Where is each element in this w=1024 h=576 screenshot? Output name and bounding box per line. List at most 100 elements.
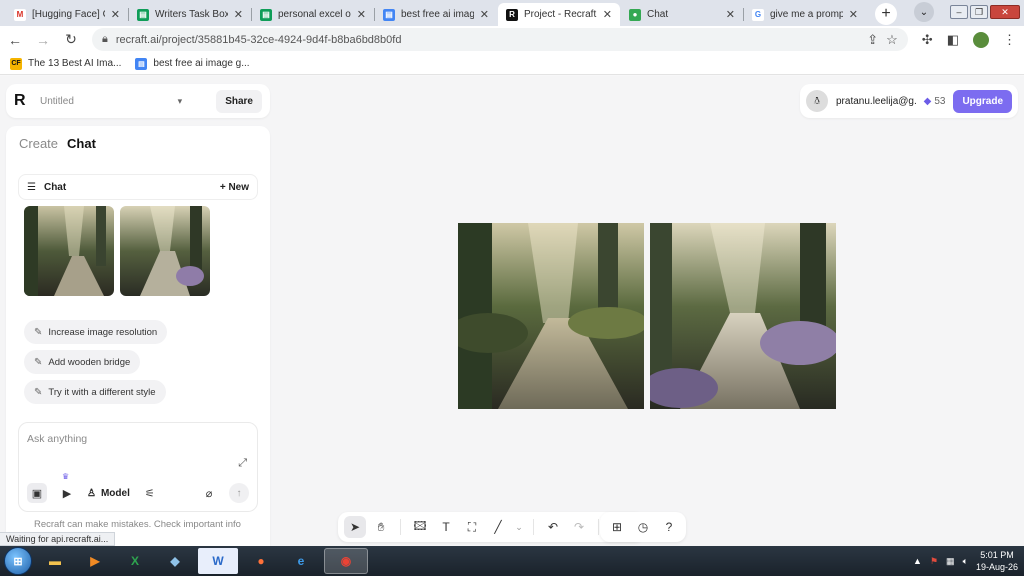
credits-badge[interactable]: ◆ 53 [924, 96, 946, 107]
canvas-image[interactable] [650, 223, 836, 409]
close-tab-icon[interactable]: ✕ [111, 8, 120, 21]
new-chat-button[interactable]: + New [220, 182, 249, 193]
close-tab-icon[interactable]: ✕ [357, 8, 366, 21]
user-name[interactable]: pratanu.leelija@g... [836, 96, 916, 107]
project-header: R Untitled ▾ Share [6, 84, 270, 118]
file-explorer-icon[interactable]: ▬ [38, 548, 72, 574]
system-tray: ▲ ⚑ ▦ 🔈︎ 5:01 PM 19-Aug-26 [913, 546, 1018, 576]
model-button[interactable]: ♙ Model [87, 488, 130, 499]
premium-crown-icon: ♛ [62, 472, 70, 481]
media-player-icon[interactable]: ▶ [78, 548, 112, 574]
bookmark-favicon-icon: CF [10, 57, 22, 70]
chevron-down-icon[interactable]: ▾ [178, 96, 183, 107]
magic-wand-icon: ✎ [34, 326, 43, 338]
address-bar[interactable]: 🔒︎ recraft.ai/project/35881b45-32ce-4924… [92, 28, 908, 51]
tab-create[interactable]: Create [19, 136, 58, 151]
send-button[interactable]: ↑ [229, 483, 249, 503]
bookmark-item[interactable]: ▤ best free ai image g... [135, 57, 250, 70]
suggestion-label: Increase image resolution [48, 326, 158, 338]
start-button[interactable]: ⊞ [4, 547, 32, 575]
select-tool-icon[interactable]: ➤ [344, 516, 366, 538]
project-name[interactable]: Untitled [40, 96, 168, 107]
forward-icon[interactable]: → [36, 32, 50, 48]
browser-tab[interactable]: M [Hugging Face] Cli ✕ [6, 3, 128, 26]
bookmarks-bar: CF The 13 Best AI Ima... ▤ best free ai ima… [0, 53, 1024, 75]
close-window-button[interactable]: ✕ [990, 5, 1020, 19]
flag-icon[interactable]: ⚑ [930, 556, 938, 567]
firefox-icon[interactable]: ● [244, 548, 278, 574]
volume-icon[interactable]: 🔈︎ [963, 556, 968, 567]
grid-icon[interactable]: ⊞ [606, 516, 628, 538]
tab-favicon-icon: ▤ [260, 8, 272, 21]
extensions-icon[interactable]: ✣ [922, 32, 933, 48]
upgrade-button[interactable]: Upgrade [953, 89, 1012, 113]
generated-thumbnail[interactable] [24, 206, 114, 296]
user-avatar[interactable]: 🐧︎ [806, 90, 828, 112]
canvas-image[interactable] [458, 223, 644, 409]
profile-avatar[interactable] [973, 31, 989, 48]
internet-explorer-icon[interactable]: e [284, 548, 318, 574]
browser-tab[interactable]: R Project - Recraft ✕ [498, 3, 620, 26]
tab-title: [Hugging Face] Cli [32, 9, 105, 20]
image-tool-icon[interactable]: 🖾︎ [409, 516, 431, 538]
clock[interactable]: 5:01 PM 19-Aug-26 [976, 549, 1018, 573]
bookmark-favicon-icon: ▤ [135, 57, 148, 70]
close-tab-icon[interactable]: ✕ [726, 8, 735, 21]
line-tool-icon[interactable]: ╱ [487, 516, 509, 538]
history-icon[interactable]: ◷ [632, 516, 654, 538]
chat-list-icon[interactable]: ☰ [27, 182, 36, 193]
generated-thumbnail[interactable] [120, 206, 210, 296]
browser-tab[interactable]: ▤ best free ai image ✕ [374, 3, 497, 26]
files-icon[interactable]: ◆ [158, 548, 192, 574]
back-icon[interactable]: ← [8, 32, 22, 48]
close-tab-icon[interactable]: ✕ [480, 8, 489, 21]
redo-icon[interactable]: ↷ [568, 516, 590, 538]
browser-tab[interactable]: Ggive me a prompt ✕ [743, 3, 866, 26]
browser-tab[interactable]: ▤ Writers Task Box ✕ [128, 3, 251, 26]
tab-chat[interactable]: Chat [67, 136, 96, 151]
ask-anything-input[interactable]: Ask anything [27, 433, 87, 445]
suggestion-chip[interactable]: ✎ Try it with a different style [24, 380, 166, 404]
share-button[interactable]: Share [216, 89, 262, 113]
hand-tool-icon[interactable]: ✋︎ [370, 516, 392, 538]
chevron-down-icon[interactable]: ⌄ [513, 516, 525, 538]
new-tab-button[interactable]: + [875, 3, 897, 25]
word-icon[interactable]: W [198, 548, 238, 574]
maximize-button[interactable]: ❐ [970, 5, 988, 19]
url-text: recraft.ai/project/35881b45-32ce-4924-9d… [115, 33, 402, 46]
help-icon[interactable]: ? [658, 516, 680, 538]
reload-icon[interactable]: ↻ [64, 31, 78, 48]
image-mode-icon[interactable]: ▣ [27, 483, 47, 503]
attach-icon[interactable]: ⌀ [199, 483, 219, 503]
undo-icon[interactable]: ↶ [542, 516, 564, 538]
side-panel-icon[interactable]: ◧ [947, 32, 959, 48]
suggestion-chip[interactable]: ✎ Add wooden bridge [24, 350, 141, 374]
chat-composer[interactable]: Ask anything ⤢ ♛ ▣ ▶ ♙ Model ⚟ ⌀ ↑ [18, 422, 258, 512]
frame-tool-icon[interactable]: ⛶ [461, 516, 483, 538]
bookmark-item[interactable]: CF The 13 Best AI Ima... [10, 57, 121, 70]
close-tab-icon[interactable]: ✕ [603, 8, 612, 21]
video-mode-icon[interactable]: ▶ [57, 483, 77, 503]
model-icon: ♙ [87, 487, 96, 499]
tray-arrow-icon[interactable]: ▲ [913, 556, 922, 566]
tab-search-button[interactable]: ⌄ [914, 2, 934, 22]
minimize-button[interactable]: – [950, 5, 968, 19]
browser-tab-strip: M [Hugging Face] Cli ✕ ▤ Writers Task Box ✕ ▤ p… [0, 0, 1024, 26]
bookmark-star-icon[interactable]: ☆ [886, 32, 898, 48]
close-tab-icon[interactable]: ✕ [234, 8, 243, 21]
recraft-logo-icon[interactable]: R [14, 93, 30, 109]
share-page-icon[interactable]: ⇪ [867, 32, 878, 48]
suggestion-label: Try it with a different style [48, 386, 156, 398]
canvas-toolbar: ➤ ✋︎ 🖾︎ T ⛶ ╱ ⌄ ↶ ↷ 24 % [338, 512, 644, 542]
text-tool-icon[interactable]: T [435, 516, 457, 538]
excel-icon[interactable]: X [118, 548, 152, 574]
network-icon[interactable]: ▦ [946, 556, 955, 567]
settings-sliders-icon[interactable]: ⚟ [140, 483, 160, 503]
chrome-icon[interactable]: ◉ [324, 548, 368, 574]
browser-tab[interactable]: ● Chat ✕ [621, 3, 743, 26]
browser-tab[interactable]: ▤ personal excel of ✕ [251, 3, 374, 26]
browser-menu-icon[interactable]: ⋮ [1003, 32, 1016, 48]
expand-icon[interactable]: ⤢ [238, 457, 247, 470]
suggestion-chip[interactable]: ✎ Increase image resolution [24, 320, 168, 344]
close-tab-icon[interactable]: ✕ [849, 8, 858, 21]
